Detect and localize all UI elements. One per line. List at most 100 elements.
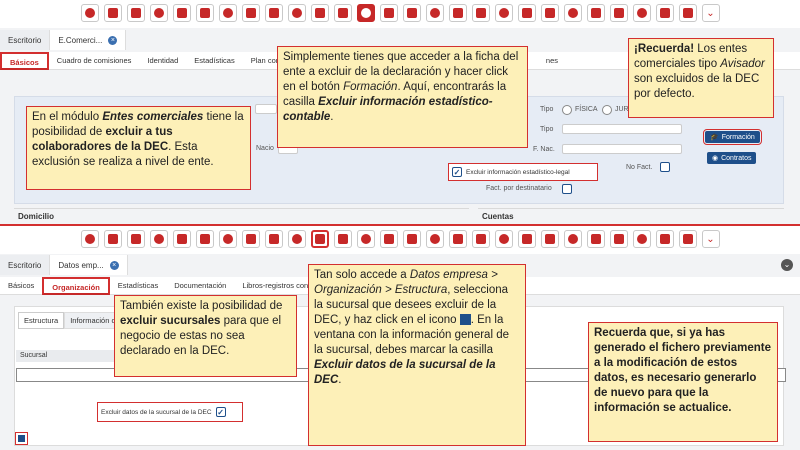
bottom-doc-tabs: Escritorio Datos emp... × [0,255,128,275]
toolbar-module-icon[interactable] [632,4,651,22]
toolbar-module-icon[interactable] [678,4,697,22]
tab-basicos-2[interactable]: Básicos [0,277,42,295]
fisica-radio[interactable] [562,105,572,115]
tab-documentacion[interactable]: Documentación [166,277,234,295]
toolbar-module-icon[interactable] [287,4,306,22]
toolbar-module-icon[interactable] [655,4,674,22]
module-icon [613,8,624,18]
tab-escritorio-2[interactable]: Escritorio [0,255,51,275]
toolbar-module-icon[interactable] [563,4,582,22]
module-icon [429,234,440,244]
tab-estadisticas-2[interactable]: Estadísticas [110,277,166,295]
toolbar-module-icon[interactable] [218,4,237,22]
toolbar-module-icon[interactable] [379,4,398,22]
toolbar-module-icon[interactable] [632,230,651,248]
excluir-sucursal-checkbox[interactable]: ✓ [215,407,226,417]
toolbar-module-icon[interactable] [264,230,283,248]
module-icon [130,234,141,244]
toolbar-module-icon[interactable] [333,230,352,248]
toolbar-module-icon[interactable] [471,230,490,248]
tab-cuadro-comisiones[interactable]: Cuadro de comisiones [49,52,140,70]
toolbar-module-icon[interactable] [264,4,283,22]
toolbar-module-icon[interactable] [195,230,214,248]
col-sucursal[interactable]: Sucursal [20,352,47,360]
toolbar-module-icon[interactable] [609,4,628,22]
nofact-checkbox[interactable] [660,162,670,172]
juridica-radio[interactable] [602,105,612,115]
callout-sucursales: También existe la posibilidad de excluir… [114,295,297,377]
toolbar-module-icon[interactable] [172,230,191,248]
contract-icon: ◉ [712,155,719,162]
toolbar-module-icon[interactable] [678,230,697,248]
toolbar-module-icon[interactable] [586,230,605,248]
tab-identidad[interactable]: Identidad [139,52,186,70]
toolbar-module-icon[interactable] [103,230,122,248]
contratos-button[interactable]: ◉ Contratos [707,152,757,164]
toolbar-module-icon[interactable] [448,230,467,248]
chevron-down-icon[interactable]: ⌄ [781,259,793,271]
toolbar-module-icon[interactable] [425,4,444,22]
toolbar-module-icon[interactable] [126,230,145,248]
tab-more[interactable]: nes [538,52,566,70]
edit-icon [459,314,471,326]
toolbar-module-icon[interactable] [425,230,444,248]
module-icon [222,8,233,18]
toolbar-module-icon[interactable] [494,4,513,22]
toolbar-module-icon[interactable] [448,4,467,22]
excluir-estadistico-checkbox[interactable]: ✓ [452,167,462,177]
toolbar-module-icon[interactable] [517,4,536,22]
toolbar-module-icon[interactable] [103,4,122,22]
toolbar-module-icon[interactable] [402,230,421,248]
module-icon [429,8,440,18]
tab-entes-comerciales[interactable]: E.Comerci... × [50,30,127,50]
toolbar-module-icon[interactable] [80,230,99,248]
toolbar-module-icon[interactable] [241,4,260,22]
tab-datos-empresa[interactable]: Datos emp... × [50,255,128,275]
toolbar-module-icon[interactable] [517,230,536,248]
close-icon[interactable]: × [109,260,119,270]
toolbar-module-icon[interactable] [402,4,421,22]
toolbar-module-icon[interactable] [310,4,329,22]
toolbar-module-icon[interactable] [540,4,559,22]
toolbar-module-icon[interactable] [310,230,329,248]
toolbar-module-icon[interactable] [126,4,145,22]
chevron-down-icon[interactable]: ⌄ [701,230,720,248]
formacion-button[interactable]: 🎓 Formación [703,129,762,145]
toolbar-module-icon[interactable] [655,230,674,248]
toolbar-module-icon[interactable] [379,230,398,248]
edit-sucursal-button[interactable] [15,432,28,445]
tab-escritorio[interactable]: Escritorio [0,30,51,50]
module-icon [268,8,279,18]
fact-destinatario-checkbox[interactable] [562,184,572,194]
toolbar-module-icon[interactable] [563,230,582,248]
toolbar-module-icon[interactable] [172,4,191,22]
name-input[interactable] [255,104,277,114]
toolbar-module-icon[interactable] [471,4,490,22]
toolbar-module-icon[interactable] [586,4,605,22]
toolbar-module-icon[interactable] [609,230,628,248]
toolbar-module-icon[interactable] [494,230,513,248]
fisica-label: FÍSICA [575,106,598,113]
tab-organizacion[interactable]: Organización [42,277,110,295]
tab-estructura[interactable]: Estructura [18,312,65,329]
toolbar-module-icon[interactable] [333,4,352,22]
bottom-toolbar: ⌄ [0,226,800,254]
chevron-down-icon[interactable]: ⌄ [701,4,720,22]
fnac-input[interactable] [562,144,682,154]
toolbar-module-icon[interactable] [149,4,168,22]
toolbar-module-icon[interactable] [287,230,306,248]
tab-basicos[interactable]: Básicos [0,52,49,70]
close-icon[interactable]: × [108,35,118,45]
tipo-select[interactable] [562,124,682,134]
toolbar-module-icon[interactable] [356,4,375,22]
toolbar-module-icon[interactable] [218,230,237,248]
toolbar-module-icon[interactable] [540,230,559,248]
toolbar-module-icon[interactable] [149,230,168,248]
toolbar-module-icon[interactable] [80,4,99,22]
toolbar-module-icon[interactable] [241,230,260,248]
module-icon [659,8,670,18]
fnac-label: F. Nac. [533,146,555,153]
toolbar-module-icon[interactable] [195,4,214,22]
toolbar-module-icon[interactable] [356,230,375,248]
tab-estadisticas[interactable]: Estadísticas [186,52,242,70]
